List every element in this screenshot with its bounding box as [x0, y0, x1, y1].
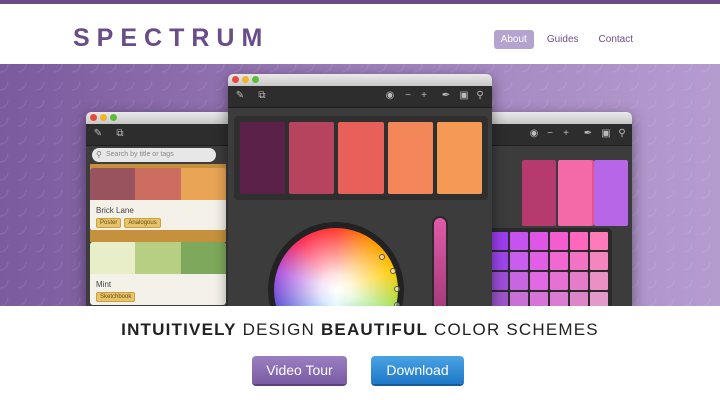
grid-cell[interactable] — [550, 272, 568, 290]
grid-cell[interactable] — [590, 252, 608, 270]
plus-icon[interactable]: + — [560, 128, 572, 140]
eye-icon[interactable]: ◉ — [384, 90, 396, 102]
grid-cell[interactable] — [550, 292, 568, 306]
app-window-library: ✎ ⧉ ⚲ Search by title or tags Brick Lane… — [86, 112, 232, 306]
grid-cell[interactable] — [590, 272, 608, 290]
active-palette[interactable] — [234, 116, 488, 200]
cta-section: INTUITIVELY DESIGN BEAUTIFUL COLOR SCHEM… — [0, 306, 720, 400]
grid-cell[interactable] — [550, 232, 568, 250]
search-icon[interactable]: ⚲ — [616, 128, 628, 140]
palette-tags: Sketchbook — [90, 292, 226, 305]
swatch[interactable] — [289, 122, 335, 194]
swatch[interactable] — [436, 122, 483, 194]
download-button[interactable]: Download — [371, 356, 464, 384]
palette-swatches — [90, 242, 226, 274]
window-toolbar: ◉ − + ✒ ▣ ⚲ — [482, 124, 632, 146]
search-icon[interactable]: ⚲ — [474, 90, 486, 102]
window-controls[interactable] — [90, 114, 117, 121]
app-window-grid: ◉ − + ✒ ▣ ⚲ — [482, 112, 632, 306]
wheel-handle[interactable] — [390, 268, 396, 274]
wheel-handle[interactable] — [394, 286, 400, 292]
minus-icon[interactable]: − — [544, 128, 556, 140]
window-titlebar — [86, 112, 232, 124]
tag[interactable]: Analogous — [124, 218, 161, 228]
grid-cell[interactable] — [590, 292, 608, 306]
swatch[interactable] — [558, 160, 592, 226]
grid-cell[interactable] — [570, 232, 588, 250]
app-window-editor: ✎ ⧉ ◉ − + ✒ ▣ ⚲ — [228, 74, 492, 306]
swatch[interactable] — [594, 160, 628, 226]
grid-cell[interactable] — [530, 272, 548, 290]
grid-cell[interactable] — [490, 252, 508, 270]
swatch — [135, 242, 181, 274]
palette-name: Mint — [96, 280, 112, 289]
grid-cell[interactable] — [570, 252, 588, 270]
grid-cell[interactable] — [490, 232, 508, 250]
grid-cell[interactable] — [490, 292, 508, 306]
grid-cell[interactable] — [550, 252, 568, 270]
window-titlebar — [228, 74, 492, 86]
wheel-handle[interactable] — [379, 254, 385, 260]
grid-cell[interactable] — [570, 272, 588, 290]
library-icon[interactable]: ⧉ — [256, 90, 268, 102]
swatch[interactable] — [338, 122, 384, 194]
site-header: SPECTRUM About Guides Contact — [0, 4, 720, 64]
swatch — [180, 242, 226, 274]
swatch[interactable] — [240, 122, 286, 194]
eyedropper-icon[interactable]: ✒ — [440, 90, 452, 102]
grid-cell[interactable] — [490, 272, 508, 290]
grid-cell[interactable] — [590, 232, 608, 250]
color-grid[interactable] — [486, 228, 612, 306]
logo[interactable]: SPECTRUM — [73, 24, 269, 53]
swatch[interactable] — [522, 160, 556, 226]
window-toolbar: ✎ ⧉ — [86, 124, 232, 146]
grid-cell[interactable] — [510, 252, 528, 270]
grid-cell[interactable] — [530, 292, 548, 306]
nav-about[interactable]: About — [493, 30, 534, 49]
pencil-icon[interactable]: ✎ — [234, 90, 246, 102]
eyedropper-icon[interactable]: ✒ — [582, 128, 594, 140]
palette-name: Brick Lane — [96, 206, 134, 215]
camera-icon[interactable]: ▣ — [458, 90, 470, 102]
brightness-slider[interactable] — [434, 218, 446, 306]
tag[interactable]: Poster — [96, 218, 122, 228]
search-input[interactable]: ⚲ Search by title or tags — [92, 148, 216, 162]
nav-contact[interactable]: Contact — [592, 30, 640, 49]
palette-card[interactable]: Mint Sketchbook — [90, 242, 226, 305]
minus-icon[interactable]: − — [402, 90, 414, 102]
main-nav: About Guides Contact — [493, 30, 640, 49]
swatch[interactable] — [387, 122, 433, 194]
window-titlebar — [482, 112, 632, 124]
swatch — [180, 168, 226, 200]
swatch — [90, 242, 136, 274]
palette-swatches — [90, 168, 226, 200]
grid-cell[interactable] — [530, 232, 548, 250]
eye-icon[interactable]: ◉ — [528, 128, 540, 140]
grid-cell[interactable] — [510, 272, 528, 290]
grid-cell[interactable] — [510, 292, 528, 306]
tagline: INTUITIVELY DESIGN BEAUTIFUL COLOR SCHEM… — [121, 320, 599, 339]
window-toolbar: ✎ ⧉ ◉ − + ✒ ▣ ⚲ — [228, 86, 492, 108]
video-tour-button[interactable]: Video Tour — [252, 356, 347, 384]
swatch — [90, 168, 136, 200]
grid-cell[interactable] — [570, 292, 588, 306]
nav-guides[interactable]: Guides — [540, 30, 586, 49]
plus-icon[interactable]: + — [418, 90, 430, 102]
grid-cell[interactable] — [530, 252, 548, 270]
palette-card[interactable]: Brick Lane Poster Analogous — [90, 168, 226, 231]
pencil-icon[interactable]: ✎ — [92, 128, 104, 140]
window-controls[interactable] — [232, 76, 259, 83]
grid-cell[interactable] — [510, 232, 528, 250]
hero-banner: ✎ ⧉ ⚲ Search by title or tags Brick Lane… — [0, 64, 720, 306]
tag[interactable]: Sketchbook — [96, 292, 136, 302]
swatch — [135, 168, 181, 200]
camera-icon[interactable]: ▣ — [600, 128, 612, 140]
search-icon: ⚲ — [96, 150, 102, 159]
library-icon[interactable]: ⧉ — [114, 128, 126, 140]
shelf-divider — [90, 230, 226, 242]
